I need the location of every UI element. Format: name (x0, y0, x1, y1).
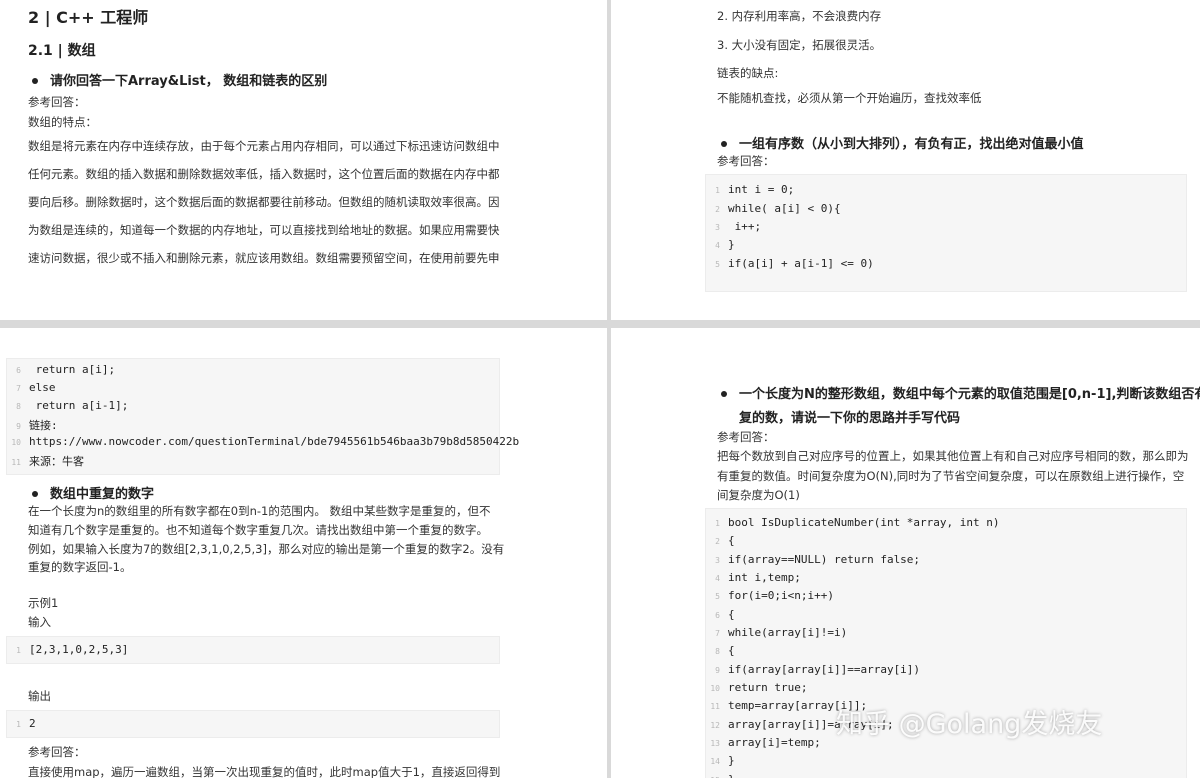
bullet-icon (721, 390, 727, 397)
paragraph-line: 间复杂度为O(1) (717, 488, 800, 502)
code-line: 4} (715, 238, 735, 251)
code-line: 12 (16, 717, 36, 730)
question-text-continued: 复的数，请说一下你的思路并手写代码 (739, 411, 961, 426)
code-line: 11 来源：牛客 (11, 455, 84, 468)
code-block: 6 return a[i]; 7 else 8 return a[i-1]; 9链… (6, 358, 519, 475)
paragraph-line: 把每个数放到自己对应序号的位置上，如果其他位置上有和自己对应序号相同的数，那么即… (717, 449, 1189, 463)
code-line: 5 for(i=0;i<n;i++) (715, 589, 834, 602)
paragraph-line: 2. 内存利用率高，不会浪费内存 (717, 9, 882, 23)
paragraph-line: 数组是将元素在内存中连续存放，由于每个元素占用内存相同，可以通过下标迅速访问数组… (28, 139, 500, 153)
code-line: 8 return a[i-1]; (16, 399, 129, 412)
code-line: 1 int i = 0; (715, 183, 795, 196)
reference-label: 参考回答： (28, 745, 86, 759)
example-label: 示例1 (28, 596, 59, 610)
page-top-right: 2. 内存利用率高，不会浪费内存 3. 大小没有固定，拓展很灵活。 链表的缺点:… (611, 0, 1200, 320)
code-line: 8{ (715, 644, 735, 657)
code-line: 1 bool IsDuplicateNumber(int *array, int … (715, 516, 1000, 529)
paragraph-line: 知道有几个数字是重复的。也不知道每个数字重复几次。请找出数组中第一个重复的数字。 (28, 523, 488, 537)
output-label: 输出 (28, 689, 51, 703)
page-bottom-left: 6 return a[i]; 7 else 8 return a[i-1]; 9链… (0, 328, 607, 778)
paragraph-line: 直接使用map，遍历一遍数组，当第一次出现重复的值时，此时map值大于1，直接返… (28, 765, 501, 778)
paragraph-line: 重复的数字返回-1。 (28, 560, 132, 574)
paragraph-line: 要向后移。删除数据时，这个数据后面的数据都要往前移动。但数组的随机读取效率很高。… (28, 195, 500, 209)
paragraph-line: 不能随机查找，必须从第一个开始遍历，查找效率低 (717, 91, 982, 105)
page-top-left: 2 | C++ 工程师 2.1 | 数组 请你回答一下Array&List， 数… (0, 0, 607, 320)
question-heading: 请你回答一下Array&List， 数组和链表的区别 (32, 70, 327, 89)
bullet-icon (32, 490, 38, 497)
code-line: 6 return a[i]; (16, 363, 116, 376)
code-line: 5 if(a[i] + a[i-1] <= 0) (715, 257, 874, 270)
paragraph-line: 链表的缺点: (717, 66, 779, 80)
question-heading: 数组中重复的数字 (32, 483, 154, 502)
paragraph-line: 任何元素。数组的插入数据和删除数据效率低，插入数据时，这个位置后面的数据在内存中… (28, 167, 500, 181)
code-line: 14} (710, 754, 735, 767)
question-heading: 一个长度为N的整形数组，数组中每个元素的取值范围是[0,n-1],判断该数组否有… (721, 383, 1200, 402)
subsection-title: 2.1 | 数组 (28, 43, 96, 59)
reference-label: 参考回答： (717, 430, 775, 444)
code-line: 2{ (715, 534, 735, 547)
feature-label: 数组的特点： (28, 115, 97, 129)
code-line: 6{ (715, 608, 735, 621)
paragraph-line: 在一个长度为n的数组里的所有数字都在0到n-1的范围内。 数组中某些数字是重复的… (28, 504, 491, 518)
input-label: 输入 (28, 615, 51, 629)
code-line: 3 i++; (715, 220, 762, 233)
code-line: 7 else (16, 381, 56, 394)
question-text: 数组中重复的数字 (50, 487, 155, 502)
question-text: 请你回答一下Array&List， 数组和链表的区别 (50, 74, 328, 89)
code-line: 10 return true; (710, 681, 808, 694)
code-line: 4 int i,temp; (715, 571, 801, 584)
watermark: 知乎 @Golang发烧友 (836, 709, 1103, 740)
paragraph-line: 为数组是连续的，知道每一个数据的内存地址，可以直接找到给地址的数据。如果应用需要… (28, 223, 500, 237)
paragraph-line: 例如，如果输入长度为7的数组[2,3,1,0,2,5,3]，那么对应的输出是第一… (28, 542, 505, 556)
code-line: 15} (706, 773, 734, 778)
question-text: 一个长度为N的整形数组，数组中每个元素的取值范围是[0,n-1],判断该数组否有… (739, 387, 1200, 402)
code-line: 2 while( a[i] < 0){ (715, 202, 841, 215)
question-heading: 一组有序数（从小到大排列），有负有正，找出绝对值最小值 (721, 133, 1084, 152)
code-line: 9 链接: (16, 419, 58, 432)
section-title: 2 | C++ 工程师 (28, 8, 149, 27)
code-line: 10 https://www.nowcoder.com/questionTermi… (11, 435, 520, 448)
code-line: 1 [2,3,1,0,2,5,3] (16, 643, 129, 656)
paragraph-line: 有重复的数值。时间复杂度为O(N),同时为了节省空间复杂度，可以在原数组上进行操… (717, 469, 1185, 483)
code-line: 3 if(array==NULL) return false; (715, 553, 921, 566)
code-line: 7 while(array[i]!=i) (715, 626, 848, 639)
paragraph-line: 3. 大小没有固定，拓展很灵活。 (717, 38, 882, 52)
input-code-block: 1 [2,3,1,0,2,5,3] (6, 636, 500, 664)
code-line: 13 array[i]=temp; (710, 736, 821, 749)
output-code-block: 12 (6, 710, 500, 738)
reference-label: 参考回答： (28, 95, 86, 109)
paragraph-line: 速访问数据，很少或不插入和删除元素，就应该用数组。数组需要预留空间，在使用前要先… (28, 251, 500, 265)
bullet-icon (721, 140, 727, 147)
code-block: 1 int i = 0; 2 while( a[i] < 0){ 3 i++; 4}… (705, 174, 1187, 292)
question-text: 一组有序数（从小到大排列），有负有正，找出绝对值最小值 (739, 137, 1084, 152)
bullet-icon (32, 77, 38, 84)
code-line: 9 if(array[array[i]]==array[i]) (715, 663, 921, 676)
reference-label: 参考回答： (717, 154, 775, 168)
